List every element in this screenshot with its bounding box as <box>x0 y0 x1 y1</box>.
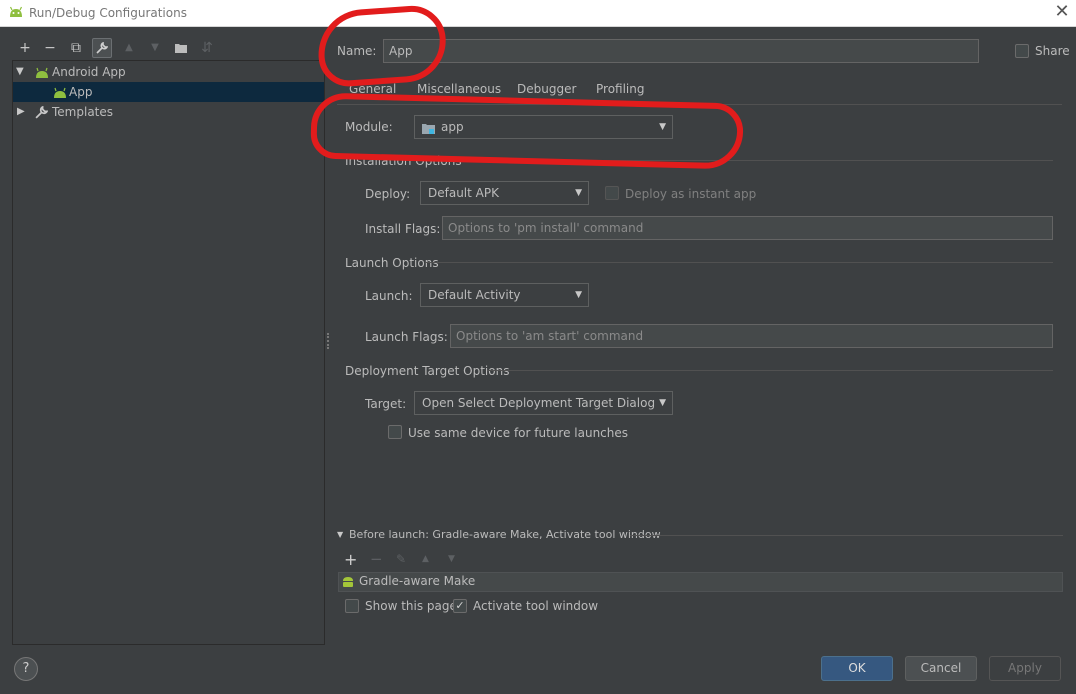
deploy-instant-checkbox[interactable] <box>605 186 619 200</box>
same-device-label: Use same device for future launches <box>408 426 629 440</box>
splitter-handle[interactable] <box>327 333 329 349</box>
target-label: Target: <box>365 397 407 411</box>
collapse-before-launch-icon[interactable]: ▼ <box>337 530 343 539</box>
move-down-button[interactable]: ▼ <box>145 38 165 58</box>
help-button[interactable]: ? <box>14 657 38 681</box>
task-row-gradle-make[interactable]: Gradle-aware Make <box>338 572 1063 592</box>
target-value: Open Select Deployment Target Dialog <box>422 396 656 410</box>
show-page-label: Show this page <box>365 599 457 613</box>
dropdown-arrow-icon: ▼ <box>659 398 666 408</box>
launch-label: Launch: <box>365 289 413 303</box>
configurations-tree: ▼ Android App App ▶ Templates <box>12 60 325 645</box>
dropdown-arrow-icon: ▼ <box>575 188 582 198</box>
before-launch-header: Before launch: Gradle-aware Make, Activa… <box>349 528 661 541</box>
sort-button[interactable]: ⇵ <box>197 38 217 58</box>
task-label: Gradle-aware Make <box>359 574 476 588</box>
share-label: Share <box>1035 44 1070 58</box>
edit-templates-button[interactable] <box>92 38 112 58</box>
wrench-icon <box>35 105 49 125</box>
section-divider <box>425 262 1053 263</box>
folder-icon <box>175 44 187 53</box>
deploy-label: Deploy: <box>365 187 411 201</box>
title-bar: Run/Debug Configurations ✕ <box>0 0 1076 27</box>
move-task-up-icon[interactable]: ▲ <box>422 554 429 564</box>
remove-configuration-button[interactable]: − <box>40 38 60 58</box>
deployment-target-header: Deployment Target Options <box>345 364 510 378</box>
tree-item-app[interactable]: App <box>13 82 324 102</box>
section-divider <box>487 370 1053 371</box>
install-flags-input[interactable]: Options to 'pm install' command <box>442 216 1053 240</box>
section-divider <box>630 535 1063 536</box>
tree-item-label: Android App <box>52 65 126 79</box>
apply-button[interactable]: Apply <box>989 656 1061 681</box>
tab-profiling[interactable]: Profiling <box>596 82 645 96</box>
window-title: Run/Debug Configurations <box>29 6 187 20</box>
add-task-icon[interactable]: + <box>344 550 357 569</box>
move-up-button[interactable]: ▲ <box>119 38 139 58</box>
launch-select[interactable]: Default Activity ▼ <box>420 283 589 307</box>
tab-debugger[interactable]: Debugger <box>517 82 576 96</box>
ok-button[interactable]: OK <box>821 656 893 681</box>
deploy-instant-label: Deploy as instant app <box>625 187 757 201</box>
new-folder-button[interactable] <box>171 38 191 58</box>
deploy-value: Default APK <box>428 186 499 200</box>
tree-item-label: Templates <box>52 105 114 119</box>
tree-item-android-app[interactable]: ▼ Android App <box>13 62 324 82</box>
chevron-right-icon[interactable]: ▶ <box>17 102 25 122</box>
launch-flags-input[interactable]: Options to 'am start' command <box>450 324 1053 348</box>
remove-task-icon[interactable]: − <box>370 550 383 568</box>
add-configuration-button[interactable]: + <box>15 38 35 58</box>
deploy-select[interactable]: Default APK ▼ <box>420 181 589 205</box>
share-checkbox[interactable] <box>1015 44 1029 58</box>
tab-miscellaneous[interactable]: Miscellaneous <box>417 82 501 96</box>
android-icon <box>342 575 354 592</box>
wrench-icon <box>96 41 109 54</box>
tree-item-templates[interactable]: ▶ Templates <box>13 102 324 122</box>
edit-task-icon[interactable]: ✎ <box>396 552 406 566</box>
move-task-down-icon[interactable]: ▼ <box>448 554 455 564</box>
name-input[interactable]: App <box>383 39 979 63</box>
tree-item-label: App <box>69 85 93 99</box>
install-flags-label: Install Flags: <box>365 222 441 236</box>
target-select[interactable]: Open Select Deployment Target Dialog ▼ <box>414 391 673 415</box>
activate-tool-window-checkbox[interactable]: ✓ <box>453 599 467 613</box>
launch-flags-label: Launch Flags: <box>365 330 448 344</box>
annotation-circle-module <box>310 92 744 170</box>
close-icon[interactable]: ✕ <box>1052 2 1072 22</box>
show-page-checkbox[interactable] <box>345 599 359 613</box>
copy-configuration-button[interactable]: ⧉ <box>66 38 86 58</box>
launch-options-header: Launch Options <box>345 256 439 270</box>
same-device-checkbox[interactable] <box>388 425 402 439</box>
launch-value: Default Activity <box>428 288 521 302</box>
android-logo-icon <box>8 5 24 22</box>
cancel-button[interactable]: Cancel <box>905 656 977 681</box>
activate-tool-window-label: Activate tool window <box>473 599 599 613</box>
dropdown-arrow-icon: ▼ <box>575 290 582 300</box>
chevron-down-icon[interactable]: ▼ <box>16 62 24 82</box>
